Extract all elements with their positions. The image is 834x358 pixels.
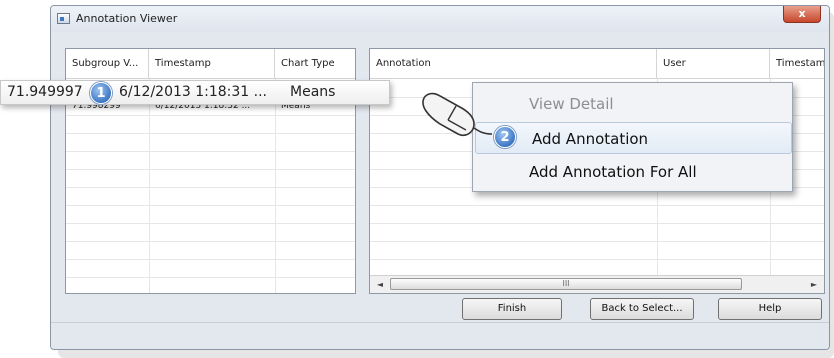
horizontal-scrollbar[interactable]: ◄ III ► xyxy=(370,275,824,293)
finish-button[interactable]: Finish xyxy=(462,298,562,320)
table-row xyxy=(66,133,355,152)
context-menu: View Detail Add Annotation Add Annotatio… xyxy=(472,82,793,192)
close-button[interactable]: x xyxy=(783,6,821,23)
status-bar xyxy=(51,322,829,349)
table-row xyxy=(66,187,355,206)
table-row xyxy=(66,205,355,224)
header-annotation[interactable]: Annotation xyxy=(370,49,657,79)
table-row xyxy=(66,223,355,242)
table-row xyxy=(66,115,355,134)
title-bar: Annotation Viewer x xyxy=(51,6,829,32)
window-title: Annotation Viewer xyxy=(76,12,178,25)
table-row xyxy=(66,169,355,188)
header-timestamp[interactable]: Timestamp xyxy=(149,49,275,79)
arrow-right-icon[interactable]: ► xyxy=(806,276,822,293)
table-row xyxy=(370,205,824,224)
menu-item-view-detail[interactable]: View Detail xyxy=(473,88,792,120)
menu-item-add-annotation-for-all[interactable]: Add Annotation For All xyxy=(473,156,792,188)
table-row xyxy=(370,241,824,260)
close-icon: x xyxy=(798,7,806,20)
header-timestamp[interactable]: Timestam xyxy=(770,49,824,79)
table-row xyxy=(66,151,355,170)
back-to-select-button[interactable]: Back to Select... xyxy=(590,298,694,320)
mouse-icon xyxy=(422,92,493,137)
callout-chart-type: Means xyxy=(290,84,336,100)
step-badge-1: 1 xyxy=(90,82,112,104)
table-row xyxy=(66,241,355,260)
app-icon xyxy=(57,13,70,24)
help-button[interactable]: Help xyxy=(718,298,822,320)
callout-timestamp: 6/12/2013 1:18:31 ... xyxy=(119,84,268,100)
callout-value: 71.949997 xyxy=(7,84,83,100)
menu-item-add-annotation[interactable]: Add Annotation xyxy=(475,122,792,154)
selected-row-callout: 71.949997 1 6/12/2013 1:18:31 ... Means xyxy=(0,80,390,105)
arrow-left-icon[interactable]: ◄ xyxy=(372,276,388,293)
table-row xyxy=(370,223,824,242)
header-user[interactable]: User xyxy=(657,49,770,79)
header-chart-type[interactable]: Chart Type xyxy=(275,49,355,79)
header-subgroup[interactable]: Subgroup V... xyxy=(66,49,149,79)
scroll-thumb[interactable]: III xyxy=(390,278,742,290)
table-row xyxy=(66,259,355,278)
